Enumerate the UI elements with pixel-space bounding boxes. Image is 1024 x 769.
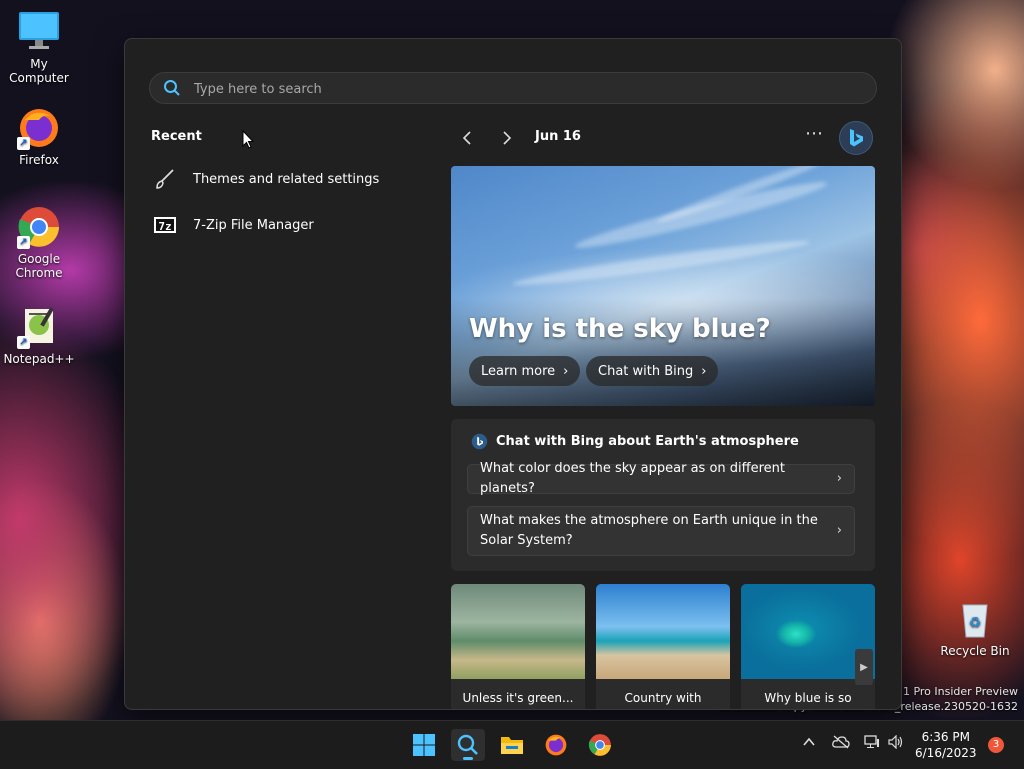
recent-item-themes[interactable]: Themes and related settings (153, 164, 433, 194)
firefox-taskbar-button[interactable] (539, 729, 573, 761)
beach-image (596, 584, 730, 679)
recycle-bin-icon: ♻ (953, 597, 997, 641)
windows-logo-icon (413, 734, 435, 756)
desktop-icon-label: My Computer (9, 57, 69, 85)
search-input[interactable] (192, 77, 846, 101)
search-icon (457, 734, 478, 755)
bing-question-2[interactable]: What makes the atmosphere on Earth uniqu… (467, 506, 855, 556)
chevron-right-icon: › (701, 363, 707, 379)
thumbnail-card-1[interactable]: Unless it's green... (451, 584, 585, 709)
chat-card-header: Chat with Bing about Earth's atmosphere (471, 433, 799, 450)
learn-more-label: Learn more (481, 363, 556, 379)
clock[interactable]: 6:36 PM 6/16/2023 (915, 729, 977, 761)
bing-chat-card: Chat with Bing about Earth's atmosphere … (451, 419, 875, 571)
chevron-right-icon (503, 131, 512, 145)
clock-time: 6:36 PM (921, 730, 970, 744)
chrome-taskbar-button[interactable] (583, 729, 617, 761)
desktop-icon-label: Google Chrome (15, 252, 63, 280)
onedrive-button[interactable] (832, 735, 850, 753)
recent-item-7zip[interactable]: 7z 7-Zip File Manager (153, 210, 433, 240)
clock-date: 6/16/2023 (915, 746, 977, 760)
shortcut-arrow-icon: ↗ (17, 336, 30, 349)
learn-more-button[interactable]: Learn more › (469, 356, 581, 386)
chevron-right-icon: › (836, 523, 842, 538)
previous-button[interactable] (453, 125, 481, 151)
search-icon (163, 79, 181, 101)
thumbnail-caption: Unless it's green... (462, 691, 574, 705)
folder-icon (501, 737, 523, 754)
chat-card-title: Chat with Bing about Earth's atmosphere (496, 434, 799, 449)
monitor-icon (17, 10, 61, 54)
desktop-icon-notepad-plus-plus[interactable]: ↗ Notepad++ (1, 305, 77, 366)
desktop-icon-firefox[interactable]: ↗ Firefox (1, 106, 77, 167)
bing-icon (850, 129, 863, 147)
highlights-date: Jun 16 (535, 129, 581, 144)
search-box[interactable] (149, 72, 877, 104)
firefox-icon (545, 734, 567, 756)
taskbar: 6:36 PM 6/16/2023 3 (0, 720, 1024, 769)
thumbnail-caption: Why blue is so (764, 691, 852, 705)
recent-item-label: Themes and related settings (193, 171, 380, 187)
shortcut-arrow-icon: ↗ (17, 137, 30, 150)
notepad-plus-plus-icon: ↗ (17, 305, 61, 349)
bing-question-1[interactable]: What color does the sky appear as on dif… (467, 461, 855, 496)
question-label: What color does the sky appear as on dif… (480, 461, 785, 496)
desktop-icon-label: Notepad++ (3, 352, 75, 366)
chat-with-bing-label: Chat with Bing (598, 363, 694, 379)
green-storm-image (451, 584, 585, 679)
thumbnail-card-3[interactable]: Why blue is so (741, 584, 875, 709)
show-hidden-icons-button[interactable] (802, 735, 816, 753)
chat-with-bing-button[interactable]: Chat with Bing › (586, 356, 719, 386)
mouse-cursor-icon (242, 129, 255, 154)
start-button[interactable] (407, 729, 441, 761)
7zip-icon: 7z (153, 213, 177, 237)
svg-text:♻: ♻ (969, 615, 982, 631)
thumbnail-card-2[interactable]: Country with (596, 584, 730, 709)
chrome-icon (588, 734, 611, 756)
recent-heading: Recent (151, 129, 202, 144)
speaker-icon (888, 734, 903, 750)
shortcut-arrow-icon: ↗ (17, 236, 30, 249)
scroll-right-button[interactable]: ▶ (855, 649, 873, 685)
notification-badge[interactable]: 3 (988, 737, 1004, 753)
chevron-right-icon: › (563, 363, 569, 379)
recent-item-label: 7-Zip File Manager (193, 217, 314, 233)
network-icon (864, 735, 879, 748)
volume-button[interactable] (888, 734, 904, 753)
more-options-button[interactable]: ⋯ (805, 123, 824, 144)
chrome-icon: ↗ (17, 205, 61, 249)
bing-button[interactable] (839, 121, 873, 155)
hero-title: Why is the sky blue? (469, 314, 771, 344)
brush-icon (153, 167, 177, 191)
search-panel: Recent Themes and related settings 7z 7-… (124, 38, 902, 710)
firefox-icon: ↗ (17, 106, 61, 150)
desktop-icon-label: Recycle Bin (940, 644, 1010, 658)
desktop-icon-recycle-bin[interactable]: ♻ Recycle Bin (937, 597, 1013, 658)
desktop-icon-my-computer[interactable]: My Computer (1, 10, 77, 85)
chevron-right-icon: › (836, 471, 842, 486)
desktop-icon-label: Firefox (19, 153, 59, 167)
cloud-offline-icon (832, 735, 850, 749)
bing-icon (471, 433, 488, 450)
file-explorer-button[interactable] (495, 729, 529, 761)
chevron-left-icon (462, 131, 471, 145)
thumbnail-caption: Country with (624, 691, 702, 705)
taskbar-search-button[interactable] (451, 729, 485, 761)
hero-card[interactable]: Why is the sky blue? Learn more › Chat w… (451, 166, 875, 406)
question-label: What makes the atmosphere on Earth uniqu… (480, 513, 818, 548)
network-button[interactable] (864, 735, 880, 753)
chevron-up-icon (803, 737, 815, 746)
desktop-icon-google-chrome[interactable]: ↗ Google Chrome (1, 205, 77, 280)
next-button[interactable] (493, 125, 521, 151)
